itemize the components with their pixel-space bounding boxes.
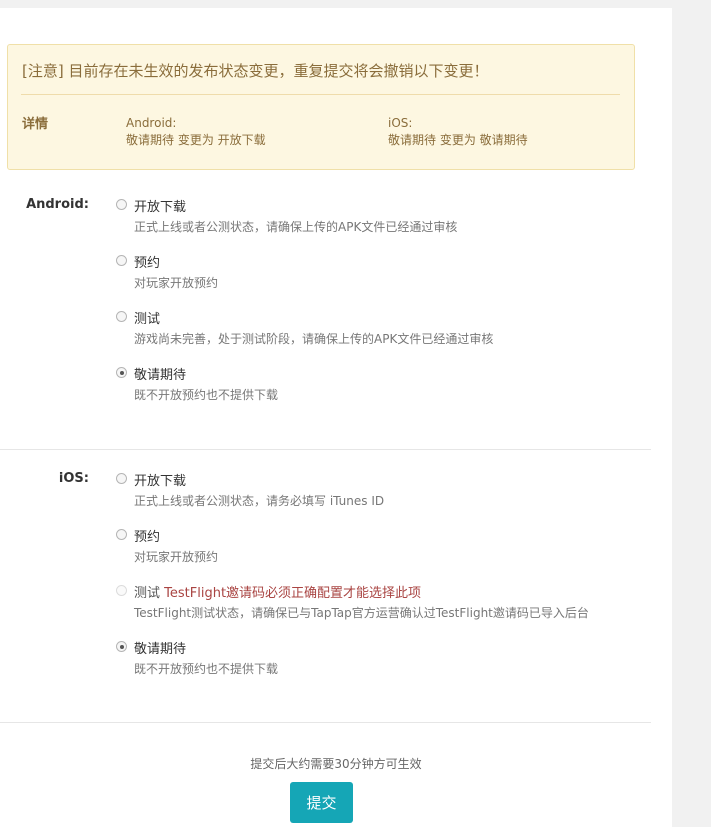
android-radio-coming-soon[interactable]	[116, 367, 127, 378]
submit-effect-note: 提交后大约需要30分钟方可生效	[250, 757, 422, 771]
notice-android-change: Android: 敬请期待 变更为 开放下载	[126, 115, 266, 149]
ios-option-title[interactable]: 敬请期待	[134, 638, 186, 657]
notice-details-label: 详情	[22, 117, 49, 132]
section-divider	[0, 449, 651, 450]
ios-option-title: 测试 TestFlight邀请码必须正确配置才能选择此项	[134, 582, 421, 601]
ios-option-desc: TestFlight测试状态，请确保已与TapTap官方运营确认过TestFli…	[134, 606, 589, 620]
ios-option-title[interactable]: 预约	[134, 526, 160, 545]
android-option-title[interactable]: 开放下载	[134, 196, 186, 215]
ios-option-desc: 既不开放预约也不提供下载	[134, 662, 279, 676]
notice-ios-change: iOS: 敬请期待 变更为 敬请期待	[388, 115, 528, 149]
android-option-title[interactable]: 预约	[134, 252, 160, 271]
android-radio-open-download[interactable]	[116, 199, 127, 210]
ios-radio-coming-soon[interactable]	[116, 641, 127, 652]
android-group-label: Android:	[26, 197, 89, 212]
ios-option-desc: 对玩家开放预约	[134, 550, 219, 564]
pending-change-notice: [注意] 目前存在未生效的发布状态变更，重复提交将会撤销以下变更！ 详情 And…	[7, 44, 635, 170]
ios-option-desc: 正式上线或者公测状态，请务必填写 iTunes ID	[134, 494, 385, 508]
android-option-title[interactable]: 敬请期待	[134, 364, 186, 383]
notice-android-change-text: 敬请期待 变更为 开放下载	[126, 133, 266, 147]
android-option-desc: 对玩家开放预约	[134, 276, 219, 290]
android-option-desc: 游戏尚未完善，处于测试阶段，请确保上传的APK文件已经通过审核	[134, 332, 494, 346]
notice-ios-platform: iOS:	[388, 116, 413, 130]
ios-test-title-text: 测试	[134, 586, 161, 601]
notice-divider	[21, 94, 620, 95]
testflight-warning-text: TestFlight邀请码必须正确配置才能选择此项	[164, 586, 422, 601]
ios-radio-test-disabled	[116, 585, 127, 596]
section-divider	[0, 722, 651, 723]
submit-button[interactable]: 提交	[290, 782, 353, 823]
android-option-desc: 正式上线或者公测状态，请确保上传的APK文件已经通过审核	[134, 220, 458, 234]
ios-radio-reserve[interactable]	[116, 529, 127, 540]
notice-android-platform: Android:	[126, 116, 177, 130]
android-option-desc: 既不开放预约也不提供下载	[134, 388, 279, 402]
notice-ios-change-text: 敬请期待 变更为 敬请期待	[388, 133, 528, 147]
ios-option-title[interactable]: 开放下载	[134, 470, 186, 489]
android-radio-reserve[interactable]	[116, 255, 127, 266]
android-radio-test[interactable]	[116, 311, 127, 322]
android-option-title[interactable]: 测试	[134, 308, 160, 327]
ios-radio-open-download[interactable]	[116, 473, 127, 484]
notice-title: [注意] 目前存在未生效的发布状态变更，重复提交将会撤销以下变更！	[22, 62, 489, 80]
ios-group-label: iOS:	[58, 471, 89, 486]
